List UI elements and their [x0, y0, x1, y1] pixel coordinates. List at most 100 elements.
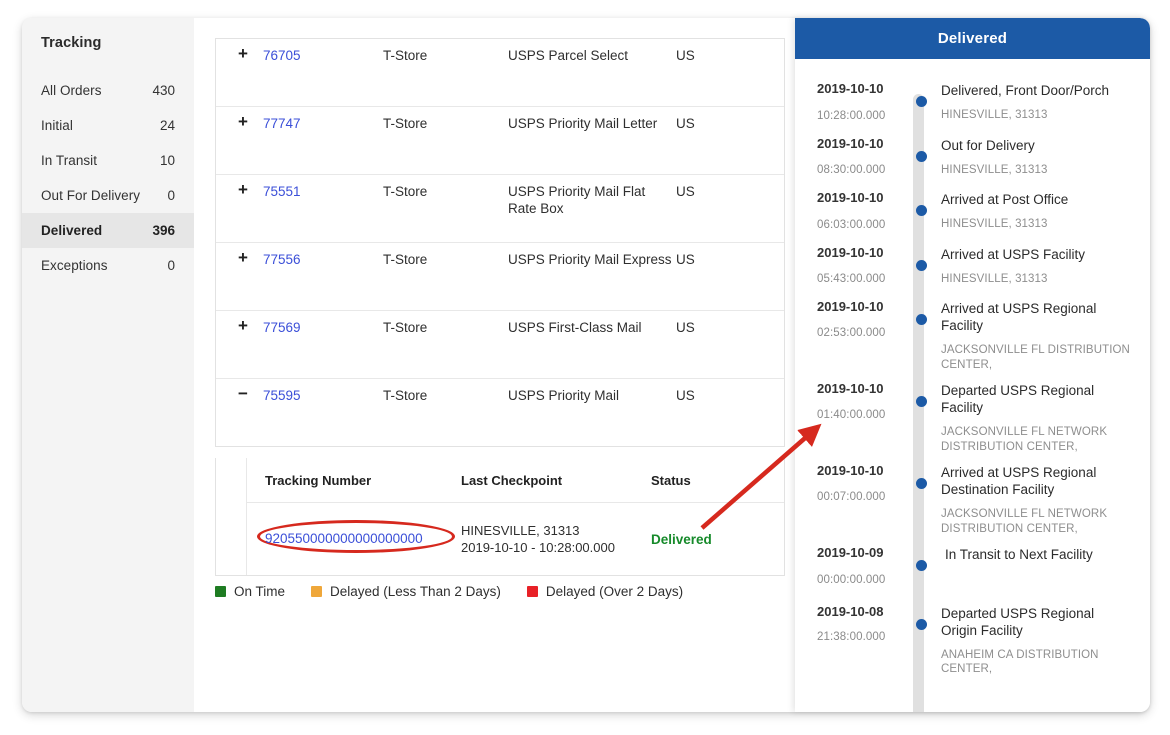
sidebar-item-all-orders[interactable]: All Orders 430 [22, 73, 194, 108]
sidebar-item-exceptions[interactable]: Exceptions 0 [22, 248, 194, 283]
timeline-event-time: 00:00:00.000 [817, 573, 886, 586]
timeline-event-location: JACKSONVILLE FL DISTRIBUTION CENTER, [941, 344, 1130, 371]
sidebar-item-label: Out For Delivery [41, 188, 141, 203]
checkpoint-datetime: 2019-10-10 - 10:28:00.000 [461, 540, 615, 555]
timeline-event-datetime: 2019-10-10 08:30:00.000 [817, 136, 913, 178]
sidebar-item-count: 10 [159, 153, 175, 168]
timeline-event-body: Arrived at USPS Facility HINESVILLE, 313… [913, 245, 1136, 287]
timeline-event-title: Arrived at USPS Regional Destination Fac… [941, 465, 1097, 497]
sidebar-item-out-for-delivery[interactable]: Out For Delivery 0 [22, 178, 194, 213]
country-code: US [676, 184, 695, 199]
timeline-event-location: HINESVILLE, 31313 [941, 163, 1048, 176]
timeline-event: 2019-10-10 00:07:00.000 Arrived at USPS … [795, 463, 1150, 536]
legend-label: On Time [234, 584, 286, 599]
timeline-event-time: 02:53:00.000 [817, 326, 886, 339]
collapse-row-icon[interactable]: − [216, 383, 263, 402]
sidebar-item-label: Initial [41, 118, 73, 133]
timeline-event-datetime: 2019-10-08 21:38:00.000 [817, 604, 897, 677]
country-code: US [676, 388, 695, 403]
order-id-link[interactable]: 75551 [263, 179, 383, 199]
timeline-event-date: 2019-10-10 [817, 135, 884, 151]
timeline-event-list[interactable]: 2019-10-10 10:28:00.000 Delivered, Front… [795, 59, 1150, 712]
table-row[interactable]: + 77569 T-Store USPS First-Class Mail US [216, 311, 784, 379]
timeline-event-title: Arrived at Post Office [941, 192, 1069, 207]
timeline-event-body: In Transit to Next Facility [913, 545, 1136, 586]
expand-row-icon[interactable]: + [216, 247, 263, 266]
timeline-dot-icon [916, 396, 927, 407]
main-content: + 76705 T-Store USPS Parcel Select US + … [194, 18, 795, 712]
legend-item-delayed-over-2-days: Delayed (Over 2 Days) [526, 584, 683, 599]
sidebar-item-initial[interactable]: Initial 24 [22, 108, 194, 143]
timeline-event-datetime: 2019-10-10 00:07:00.000 [817, 463, 897, 536]
expand-row-icon[interactable]: + [216, 43, 263, 62]
timeline-event-datetime: 2019-10-10 05:43:00.000 [817, 245, 913, 287]
expand-row-icon[interactable]: + [216, 179, 263, 198]
timeline-event-body: Out for Delivery HINESVILLE, 31313 [913, 136, 1136, 178]
timeline-header: Delivered [795, 18, 1150, 59]
last-checkpoint-cell: HINESVILLE, 31313 2019-10-10 - 10:28:00.… [461, 522, 651, 556]
timeline-event-body: Delivered, Front Door/Porch HINESVILLE, … [913, 81, 1136, 123]
timeline-event-title: In Transit to Next Facility [945, 547, 1093, 562]
country-code: US [676, 252, 695, 267]
sidebar-item-count: 0 [167, 188, 175, 203]
timeline-dot-icon [916, 478, 927, 489]
sidebar-item-count: 396 [152, 223, 175, 238]
order-detail-panel: Tracking Number Last Checkpoint Status 9… [215, 458, 785, 576]
timeline-event-title: Out for Delivery [941, 137, 1035, 153]
timeline-event: 2019-10-10 02:53:00.000 Arrived at USPS … [795, 299, 1150, 372]
timeline-event-date: 2019-10-10 [817, 463, 884, 478]
timeline-dot-icon [916, 259, 927, 271]
timeline-event-title: Arrived at USPS Regional Facility [941, 301, 1097, 333]
timeline-event-time: 00:07:00.000 [817, 490, 886, 503]
table-row-expanded[interactable]: − 75595 T-Store USPS Priority Mail US [216, 379, 784, 447]
legend-item-on-time: On Time [215, 584, 285, 599]
timeline-event-title: Departed USPS Regional Origin Facility [941, 605, 1095, 638]
timeline-event-datetime: 2019-10-10 01:40:00.000 [817, 381, 897, 454]
timeline-dot-icon [916, 618, 927, 630]
table-row[interactable]: + 77747 T-Store USPS Priority Mail Lette… [216, 107, 784, 175]
store-name: T-Store [383, 48, 428, 63]
tracking-number-cell: 920550000000000000000 [247, 520, 461, 553]
order-id-link[interactable]: 77747 [263, 111, 383, 131]
timeline-event-time: 01:40:00.000 [817, 408, 886, 421]
order-id-link[interactable]: 77556 [263, 247, 383, 267]
table-row[interactable]: + 76705 T-Store USPS Parcel Select US [216, 39, 784, 107]
expand-row-icon[interactable]: + [216, 111, 263, 130]
timeline-dot-icon [916, 96, 927, 107]
table-row[interactable]: + 77556 T-Store USPS Priority Mail Expre… [216, 243, 784, 311]
shipping-service: USPS Priority Mail Flat Rate Box [508, 184, 646, 216]
shipping-service: USPS Parcel Select [508, 48, 629, 63]
order-id-link[interactable]: 77569 [263, 315, 383, 335]
detail-table-row: 920550000000000000000 HINESVILLE, 31313 … [247, 503, 784, 575]
timeline-event: 2019-10-09 00:00:00.000 In Transit to Ne… [795, 545, 1150, 586]
timeline-event-date: 2019-10-10 [817, 299, 884, 314]
timeline-event-datetime: 2019-10-09 00:00:00.000 [817, 545, 913, 586]
expand-row-icon[interactable]: + [216, 315, 263, 334]
tracking-number-link[interactable]: 920550000000000000000 [265, 531, 423, 546]
store-name: T-Store [383, 388, 428, 403]
column-header-status: Status [651, 472, 691, 488]
shipping-service: USPS Priority Mail Express [508, 252, 672, 267]
column-header-tracking-number: Tracking Number [265, 472, 372, 488]
shipping-service: USPS Priority Mail Letter [508, 116, 658, 131]
timeline-event-time: 08:30:00.000 [817, 164, 886, 176]
detail-table-header: Tracking Number Last Checkpoint Status [247, 458, 784, 503]
timeline-event-location: JACKSONVILLE FL NETWORK DISTRIBUTION CEN… [941, 426, 1108, 453]
timeline-event: 2019-10-10 08:30:00.000 Out for Delivery… [795, 136, 1150, 178]
sidebar-item-label: Exceptions [41, 258, 108, 273]
sidebar-item-count: 24 [159, 118, 175, 133]
timeline-event-date: 2019-10-09 [817, 545, 884, 560]
timeline-event-title: Arrived at USPS Facility [941, 246, 1086, 262]
order-id-link[interactable]: 76705 [263, 43, 383, 63]
shipping-service: USPS First-Class Mail [508, 320, 642, 335]
timeline-event: 2019-10-10 01:40:00.000 Departed USPS Re… [795, 381, 1150, 454]
table-row[interactable]: + 75551 T-Store USPS Priority Mail Flat … [216, 175, 784, 243]
timeline-dot-icon [916, 150, 927, 162]
tracking-detail-table: Tracking Number Last Checkpoint Status 9… [247, 458, 784, 575]
timeline-event-body: Arrived at USPS Regional Facility JACKSO… [897, 299, 1136, 372]
sidebar-item-in-transit[interactable]: In Transit 10 [22, 143, 194, 178]
timeline-event-location: HINESVILLE, 31313 [941, 218, 1048, 230]
store-name: T-Store [383, 116, 428, 131]
sidebar-item-delivered[interactable]: Delivered 396 [22, 213, 194, 248]
order-id-link[interactable]: 75595 [263, 383, 383, 403]
